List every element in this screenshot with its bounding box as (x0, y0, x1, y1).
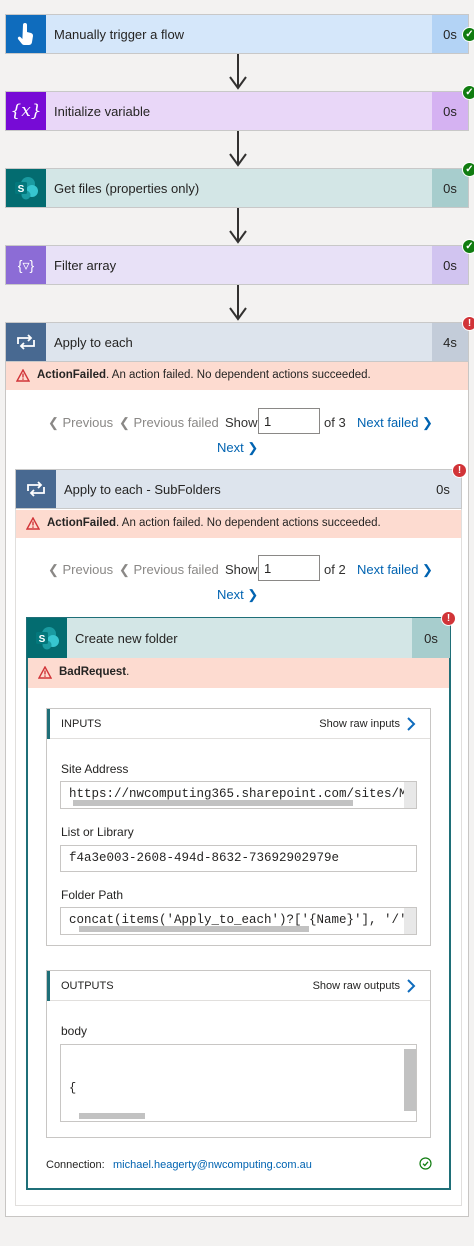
error-banner: ActionFailed. An action failed. No depen… (6, 362, 468, 390)
step-initialize-variable[interactable]: {x} Initialize variable 0s (5, 91, 469, 131)
success-check-icon: ✓ (462, 162, 474, 177)
step-duration: 0s (432, 169, 468, 207)
success-check-icon: ✓ (462, 85, 474, 100)
loop-icon (6, 323, 46, 361)
flow-arrow (229, 208, 247, 245)
warning-icon (26, 517, 40, 530)
step-duration: 4s (432, 323, 468, 361)
show-label: Show (225, 562, 258, 577)
show-label: Show (225, 415, 258, 430)
error-code: ActionFailed (37, 369, 107, 381)
iteration-input[interactable] (258, 408, 320, 434)
variable-icon: {x} (6, 92, 46, 130)
field-label-body: body (61, 1024, 88, 1038)
svg-text:S: S (18, 184, 25, 195)
step-title: Initialize variable (54, 104, 151, 119)
error-banner: BadRequest. (28, 658, 449, 688)
next-button[interactable]: Next ❯ (217, 587, 258, 603)
step-title: Manually trigger a flow (54, 27, 185, 42)
iteration-input[interactable] (258, 555, 320, 581)
previous-button[interactable]: ❮ Previous (48, 562, 113, 578)
step-title: Apply to each - SubFolders (64, 482, 221, 497)
step-title: Get files (properties only) (54, 181, 200, 196)
site-address-field[interactable]: https://nwcomputing365.sharepoint.com/si… (60, 781, 417, 809)
error-message: . An action failed. No dependent actions… (116, 517, 381, 529)
chevron-right-icon[interactable] (406, 716, 416, 732)
next-button[interactable]: Next ❯ (217, 440, 258, 456)
vertical-scrollbar[interactable] (404, 782, 416, 808)
connection-ok-icon (419, 1157, 432, 1170)
warning-icon (16, 369, 30, 382)
step-duration: 0s (432, 246, 468, 284)
list-or-library-field[interactable]: f4a3e003-2608-494d-8632-73692902979e (60, 845, 417, 872)
filter-array-icon: {▿} (6, 246, 46, 284)
error-code: ActionFailed (47, 517, 117, 529)
svg-text:S: S (39, 634, 46, 645)
success-check-icon: ✓ (462, 239, 474, 254)
step-get-files[interactable]: S Get files (properties only) 0s (5, 168, 469, 208)
connection-account-link[interactable]: michael.heagerty@nwcomputing.com.au (113, 1159, 312, 1171)
next-failed-button[interactable]: Next failed ❯ (357, 562, 433, 578)
error-icon: ! (452, 463, 467, 478)
step-title: Filter array (54, 258, 117, 273)
iteration-count: of 2 (324, 562, 346, 577)
sharepoint-icon: S (27, 618, 67, 658)
error-message: . (126, 666, 130, 678)
flow-arrow (229, 285, 247, 322)
error-icon: ! (462, 316, 474, 331)
field-label-folder-path: Folder Path (61, 888, 124, 902)
horizontal-scrollbar[interactable] (79, 926, 309, 932)
warning-icon (38, 666, 52, 679)
horizontal-scrollbar[interactable] (73, 800, 353, 806)
step-title: Apply to each (54, 335, 133, 350)
loop-icon (16, 470, 56, 508)
vertical-scrollbar[interactable] (404, 908, 416, 934)
outputs-heading: OUTPUTS (61, 980, 114, 992)
inputs-heading: INPUTS (61, 718, 102, 730)
show-raw-inputs-link[interactable]: Show raw inputs (319, 718, 400, 730)
iteration-count: of 3 (324, 415, 346, 430)
error-message: . An action failed. No dependent actions… (106, 369, 371, 381)
step-title: Create new folder (75, 631, 178, 646)
step-manually-trigger[interactable]: Manually trigger a flow 0s (5, 14, 469, 54)
hand-touch-icon (6, 15, 46, 53)
previous-failed-button[interactable]: ❮ Previous failed (119, 415, 219, 431)
success-check-icon: ✓ (462, 27, 474, 42)
error-code: BadRequest (59, 666, 127, 678)
previous-button[interactable]: ❮ Previous (48, 415, 113, 431)
step-duration: 0s (432, 92, 468, 130)
iteration-pager: ❮ Previous ❮ Previous failed Show of 3 N… (0, 407, 474, 457)
flow-arrow (229, 54, 247, 91)
horizontal-scrollbar[interactable] (79, 1113, 145, 1119)
field-label-site-address: Site Address (61, 762, 129, 776)
step-create-new-folder[interactable]: S Create new folder 0s (27, 618, 450, 658)
error-icon: ! (441, 611, 456, 626)
vertical-scrollbar[interactable] (404, 1049, 416, 1111)
step-apply-to-each-subfolders[interactable]: Apply to each - SubFolders 0s (15, 469, 462, 509)
show-raw-outputs-link[interactable]: Show raw outputs (313, 980, 400, 992)
flow-arrow (229, 131, 247, 168)
chevron-right-icon[interactable] (406, 978, 416, 994)
step-apply-to-each[interactable]: Apply to each 4s (5, 322, 469, 362)
previous-failed-button[interactable]: ❮ Previous failed (119, 562, 219, 578)
connection-label: Connection: (46, 1159, 105, 1171)
json-line: { (69, 1081, 77, 1095)
sharepoint-icon: S (6, 169, 46, 207)
field-label-list-or-library: List or Library (61, 825, 134, 839)
folder-path-field[interactable]: concat(items('Apply_to_each')?['{Name}']… (60, 907, 417, 935)
body-output-field[interactable]: { "status": 400, "message": "The file or… (60, 1044, 417, 1122)
iteration-pager: ❮ Previous ❮ Previous failed Show of 2 N… (0, 554, 474, 604)
next-failed-button[interactable]: Next failed ❯ (357, 415, 433, 431)
step-filter-array[interactable]: {▿} Filter array 0s (5, 245, 469, 285)
error-banner: ActionFailed. An action failed. No depen… (16, 510, 461, 538)
